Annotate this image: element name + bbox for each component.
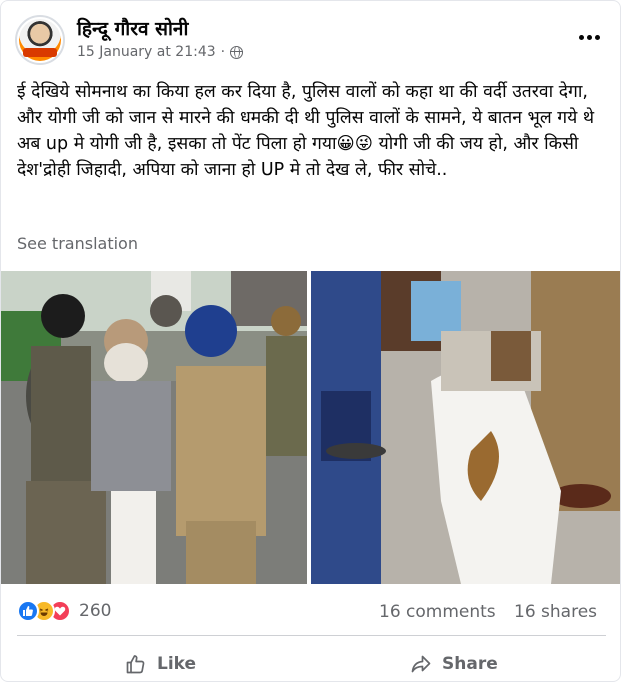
share-arrow-icon	[411, 655, 431, 673]
author-name[interactable]: हिन्दू गौरव सोनी	[77, 15, 188, 41]
more-dot	[594, 34, 600, 40]
like-reaction-icon	[17, 600, 39, 622]
post-card: हिन्दू गौरव सोनी 15 January at 21:43 · ई…	[0, 0, 621, 682]
share-button[interactable]: Share	[410, 647, 498, 681]
heart-icon	[54, 606, 66, 616]
see-translation-link[interactable]: See translation	[17, 234, 138, 253]
photo-street-scene	[1, 271, 307, 584]
more-dot	[586, 34, 592, 40]
share-button-label: Share	[442, 654, 498, 674]
post-meta: 15 January at 21:43 ·	[77, 44, 244, 60]
post-header: हिन्दू गौरव सोनी 15 January at 21:43 ·	[15, 13, 607, 65]
more-dot	[578, 34, 584, 40]
thumbs-up-icon	[126, 655, 145, 674]
post-photo-left[interactable]	[1, 271, 307, 584]
avatar-banner	[23, 48, 57, 57]
reaction-summary[interactable]: 260	[17, 600, 111, 622]
thumbs-up-mini-icon	[23, 606, 33, 616]
action-divider	[17, 635, 606, 636]
photo-grid	[1, 271, 620, 584]
shares-count-link[interactable]: 16 shares	[514, 602, 597, 622]
post-timestamp[interactable]: 15 January at 21:43	[77, 44, 216, 60]
like-button-label: Like	[157, 654, 197, 674]
laughing-face-icon	[39, 608, 49, 616]
meta-separator: ·	[220, 44, 226, 60]
post-photo-right[interactable]	[311, 271, 620, 584]
author-avatar[interactable]	[15, 15, 65, 65]
photo-ground-scene	[311, 271, 620, 584]
more-options-icon[interactable]	[571, 23, 607, 51]
comments-count-link[interactable]: 16 comments	[379, 602, 496, 622]
like-button[interactable]: Like	[125, 647, 196, 681]
reaction-count: 260	[79, 601, 112, 621]
post-text: ई देखिये सोमनाथ का किया हल कर दिया है, प…	[17, 82, 595, 180]
globe-icon[interactable]	[230, 45, 244, 59]
